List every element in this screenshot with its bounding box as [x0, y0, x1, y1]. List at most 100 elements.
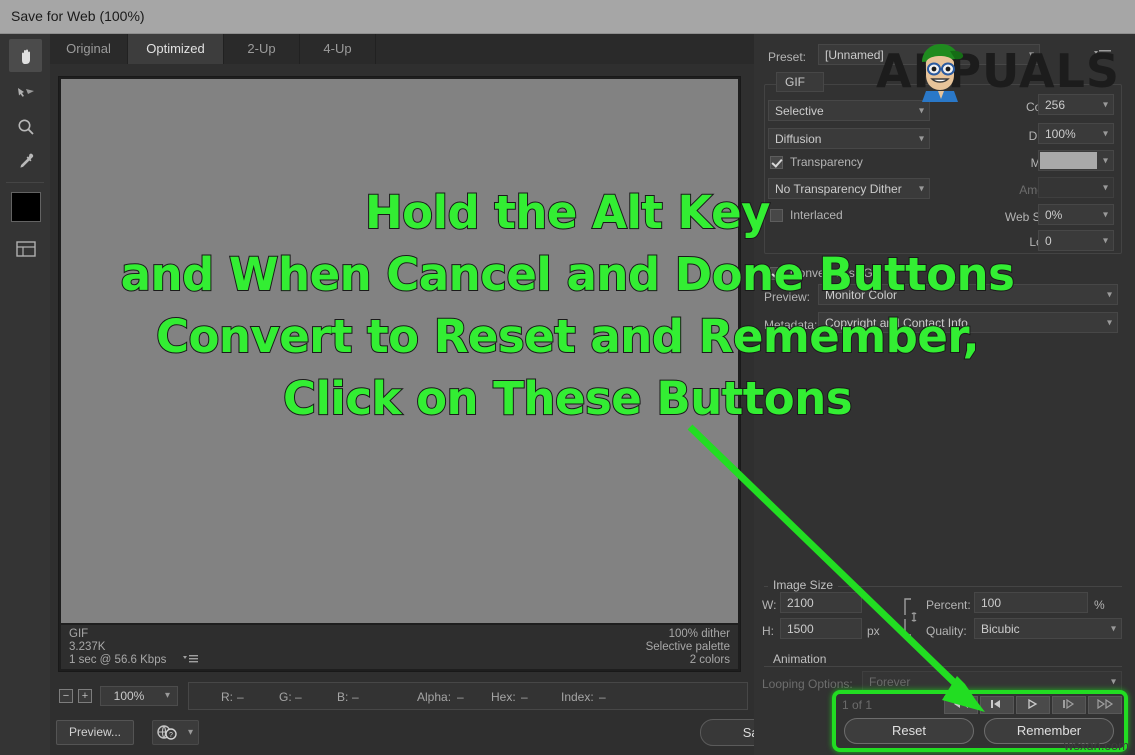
zoom-level-select[interactable]: 100% ▾: [100, 686, 178, 706]
amount-input: ▾: [1038, 177, 1114, 198]
transparency-label: Transparency: [790, 155, 863, 169]
readout-hex-label: Hex:: [491, 690, 516, 704]
matte-color-swatch[interactable]: [1040, 152, 1097, 169]
status-format: GIF: [69, 628, 89, 640]
chevron-down-icon: ▾: [1102, 128, 1108, 139]
percent-unit: %: [1094, 598, 1105, 612]
status-dither: 100% dither: [668, 628, 730, 640]
tab-optimized[interactable]: Optimized: [128, 34, 224, 64]
transparency-dither-select[interactable]: No Transparency Dither ▾: [768, 178, 930, 199]
readout-g-label: G:: [279, 690, 292, 704]
slice-select-tool[interactable]: [9, 76, 42, 109]
looping-options-select[interactable]: Forever ▾: [862, 671, 1122, 692]
lossy-value: 0: [1045, 233, 1052, 248]
color-readout-bar: R: – G: – B: – Alpha: – Hex: – Index: –: [188, 682, 748, 710]
dither-value: 100%: [1045, 126, 1076, 141]
zoom-in-button[interactable]: +: [78, 689, 92, 703]
status-filesize: 3.237K: [69, 641, 106, 653]
zoom-tool[interactable]: [9, 110, 42, 143]
convert-srgb-checkbox[interactable]: [770, 267, 783, 280]
window-title: Save for Web (100%): [11, 8, 145, 24]
dither-algorithm-select[interactable]: Diffusion ▾: [768, 128, 930, 149]
quality-label: Quality:: [926, 624, 967, 638]
status-download-time: 1 sec @ 56.6 Kbps: [69, 654, 167, 666]
width-label: W:: [762, 598, 777, 612]
tab-4up[interactable]: 4-Up: [300, 34, 376, 64]
browser-preview-select[interactable]: ? ▾: [152, 720, 199, 745]
chevron-down-icon: ▾: [164, 690, 170, 701]
matte-color-select[interactable]: ▾: [1038, 150, 1114, 171]
chevron-down-icon: ▾: [1102, 235, 1108, 246]
percent-label: Percent:: [926, 598, 971, 612]
eyedropper-tool[interactable]: [9, 144, 42, 177]
metadata-select[interactable]: Copyright and Contact Info ▾: [818, 312, 1118, 333]
quality-select[interactable]: Bicubic ▾: [974, 618, 1122, 639]
chevron-down-icon: ▾: [1106, 317, 1112, 328]
slice-select-icon: [16, 85, 36, 101]
magnifier-icon: [16, 117, 36, 137]
readout-hex-value: –: [521, 690, 528, 704]
status-palette: Selective palette: [645, 641, 730, 653]
width-input[interactable]: 2100: [780, 592, 862, 613]
status-flyout-menu-icon[interactable]: [183, 654, 199, 667]
readout-b-label: B:: [337, 690, 349, 704]
preview-button[interactable]: Preview...: [56, 720, 134, 745]
dither-input[interactable]: 100% ▾: [1038, 123, 1114, 144]
zoom-out-button[interactable]: −: [59, 689, 73, 703]
readout-r-label: R:: [221, 690, 233, 704]
preset-value: [Unnamed]: [825, 47, 884, 62]
chevron-down-icon: ▾: [1102, 182, 1108, 193]
slices-visibility-icon: [15, 240, 37, 258]
image-preview-area[interactable]: GIF 3.237K 1 sec @ 56.6 Kbps 100% dither…: [58, 76, 741, 672]
web-snap-input[interactable]: 0% ▾: [1038, 204, 1114, 225]
settings-panel: Preset: [Unnamed] ▾ GIF Selective ▾ Diff…: [754, 34, 1135, 755]
transparency-checkbox[interactable]: [770, 156, 783, 169]
chevron-down-icon: ▾: [1110, 623, 1116, 634]
preview-select[interactable]: Monitor Color ▾: [818, 284, 1118, 305]
zoom-level-value: 100%: [113, 689, 145, 703]
chevron-down-icon: ▾: [1102, 99, 1108, 110]
readout-b-value: –: [352, 690, 359, 704]
format-tab[interactable]: GIF: [776, 72, 824, 92]
readout-index-value: –: [599, 690, 606, 704]
zoom-controls: − + 100% ▾: [56, 686, 178, 708]
image-size-title: Image Size: [768, 578, 839, 592]
foreground-color-swatch[interactable]: [11, 192, 41, 222]
toggle-slices-visibility[interactable]: [9, 232, 42, 265]
optimization-status-bar: GIF 3.237K 1 sec @ 56.6 Kbps 100% dither…: [61, 625, 738, 669]
reduction-algorithm-select[interactable]: Selective ▾: [768, 100, 930, 121]
readout-alpha-value: –: [457, 690, 464, 704]
lossy-input[interactable]: 0 ▾: [1038, 230, 1114, 251]
transparency-dither-value: No Transparency Dither: [775, 181, 902, 196]
quality-value: Bicubic: [981, 621, 1020, 636]
preview-label: Preview:: [764, 290, 811, 304]
chevron-down-icon: ▾: [1102, 209, 1108, 220]
chain-link-icon[interactable]: [902, 596, 920, 643]
animation-title: Animation: [768, 652, 832, 666]
tab-2up[interactable]: 2-Up: [224, 34, 300, 64]
brand-logo-icon: [908, 36, 974, 107]
browser-preview-icon: ?: [157, 724, 177, 746]
save-for-web-dialog: Save for Web (100%) Original Optimized 2…: [0, 0, 1135, 755]
status-colors: 2 colors: [689, 654, 730, 666]
metadata-value: Copyright and Contact Info: [825, 315, 968, 330]
height-label: H:: [762, 624, 774, 638]
tab-original[interactable]: Original: [50, 34, 128, 64]
width-value: 2100: [787, 595, 814, 610]
percent-value: 100: [981, 595, 1002, 610]
eyedropper-icon: [16, 151, 36, 171]
view-tabs: Original Optimized 2-Up 4-Up: [50, 34, 754, 64]
colors-value: 256: [1045, 97, 1066, 112]
readout-r-value: –: [237, 690, 244, 704]
reduction-algorithm-value: Selective: [775, 103, 824, 118]
chevron-down-icon: ▾: [1102, 155, 1108, 166]
optimized-image-canvas[interactable]: [61, 79, 738, 623]
hand-tool[interactable]: [9, 39, 42, 72]
chevron-down-icon: ▾: [1110, 676, 1116, 687]
tool-palette: [0, 34, 50, 755]
toolbar-divider: [6, 182, 44, 183]
height-input[interactable]: 1500: [780, 618, 862, 639]
interlaced-checkbox[interactable]: [770, 209, 783, 222]
percent-input[interactable]: 100: [974, 592, 1088, 613]
chevron-down-icon: ▾: [187, 727, 193, 738]
